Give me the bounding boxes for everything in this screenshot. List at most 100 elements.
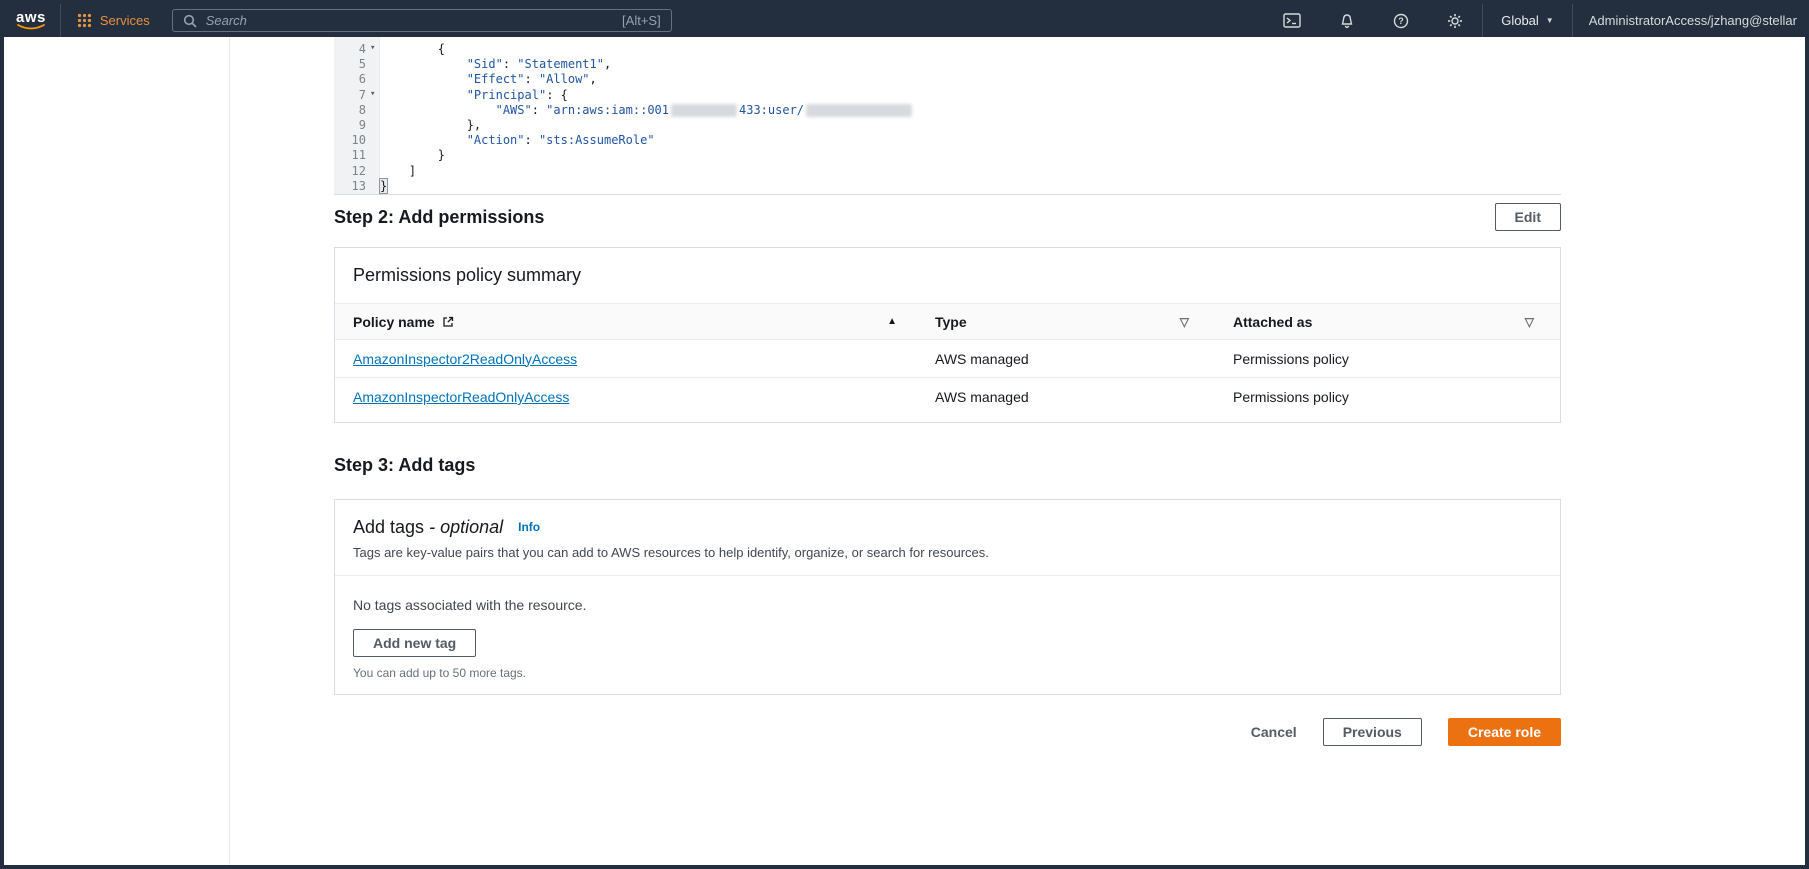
gear-icon — [1448, 13, 1463, 28]
code-line: 7 ▾ "Principal": { — [334, 88, 1561, 103]
create-role-button[interactable]: Create role — [1447, 718, 1561, 746]
line-number: 8 — [358, 102, 366, 117]
search-placeholder: Search — [205, 13, 247, 28]
trust-policy-editor[interactable]: 4 ▾ { 5 "Sid": "Statement1", 6 "Effect": … — [334, 37, 1561, 195]
cloudshell-button[interactable] — [1264, 4, 1320, 37]
column-label: Policy name — [353, 313, 435, 330]
code-line: 8 "AWS": "arn:aws:iam::001 433:user/ — [334, 103, 1561, 118]
policy-type: AWS managed — [935, 350, 1029, 367]
cloudshell-terminal-icon — [1283, 13, 1301, 28]
step3-title: Step 3: Add tags — [334, 455, 476, 475]
tags-title-text: Add tags — [353, 517, 425, 537]
region-selector[interactable]: Global ▼ — [1483, 4, 1572, 37]
previous-button[interactable]: Previous — [1322, 718, 1422, 746]
policy-attached-as: Permissions policy — [1233, 350, 1349, 367]
policy-type: AWS managed — [935, 389, 1029, 405]
policy-attached-as: Permissions policy — [1233, 389, 1349, 405]
help-icon: ? — [1394, 13, 1409, 28]
services-menu[interactable]: Services — [61, 4, 166, 37]
json-key: "Action" — [466, 133, 525, 148]
search-input[interactable]: Search [Alt+S] — [171, 9, 672, 32]
code-line: 13 } — [334, 177, 1561, 194]
aws-logo[interactable]: aws — [16, 8, 46, 31]
code-line: 12 ] — [334, 164, 1561, 179]
nav-right-group: ? Global ▼ AdministratorAccess/jzhang@st… — [1264, 4, 1805, 37]
column-type[interactable]: Type ▽ — [917, 314, 1215, 330]
code-line: 5 "Sid": "Statement1", — [334, 57, 1561, 72]
code-line: 9 }, — [334, 118, 1561, 133]
policy-table-header: Policy name ▲ Type ▽ Attached as ▽ — [335, 303, 1560, 340]
code-text: }, — [380, 117, 482, 132]
external-link-icon — [443, 316, 453, 327]
code-text: : — [546, 87, 561, 102]
code-text: { — [380, 42, 446, 56]
left-panel-divider — [229, 37, 230, 865]
aws-console-window: aws Services Search [Alt+S] ? Global ▼ A… — [0, 0, 1809, 869]
code-text: , — [589, 72, 597, 87]
tags-title-dash: - — [424, 517, 441, 537]
account-menu[interactable]: AdministratorAccess/jzhang@stellar — [1573, 13, 1805, 28]
code-text: : — [524, 133, 539, 148]
column-label: Type — [935, 313, 967, 330]
info-link[interactable]: Info — [518, 520, 540, 534]
column-policy-name[interactable]: Policy name ▲ — [335, 314, 917, 330]
code-line: 4 ▾ { — [334, 42, 1561, 57]
line-number: 5 — [358, 57, 366, 72]
code-line: 6 "Effect": "Allow", — [334, 72, 1561, 87]
column-attached-as[interactable]: Attached as ▽ — [1215, 314, 1560, 330]
line-number: 11 — [351, 148, 366, 163]
notifications-button[interactable] — [1320, 4, 1374, 37]
code-text: , — [603, 57, 612, 72]
sort-ascending-icon[interactable]: ▲ — [887, 316, 897, 327]
wizard-footer: Cancel Previous Create role — [334, 718, 1561, 746]
tags-limit-text: You can add up to 50 more tags. — [353, 666, 527, 680]
column-label: Attached as — [1233, 313, 1313, 330]
aws-logo-text: aws — [16, 8, 46, 26]
no-tags-message: No tags associated with the resource. — [353, 597, 587, 613]
redacted-user-name — [806, 103, 913, 117]
policy-link[interactable]: AmazonInspectorReadOnlyAccess — [353, 389, 569, 405]
code-text: : — [502, 57, 518, 72]
edit-permissions-button[interactable]: Edit — [1494, 203, 1561, 231]
matched-bracket: } — [378, 177, 389, 194]
permissions-card-title: Permissions policy summary — [353, 265, 582, 285]
add-new-tag-button[interactable]: Add new tag — [353, 629, 477, 657]
code-lines: 4 ▾ { 5 "Sid": "Statement1", 6 "Effect": … — [334, 37, 1561, 194]
json-string: "sts:AssumeRole" — [538, 133, 655, 148]
table-row: AmazonInspectorReadOnlyAccess AWS manage… — [335, 378, 1560, 416]
code-line: 11 } — [334, 148, 1561, 163]
svg-text:?: ? — [1398, 16, 1404, 26]
help-button[interactable]: ? — [1374, 4, 1428, 37]
step3-header-row: Step 3: Add tags — [334, 455, 1561, 476]
json-string: "arn:aws:iam::001 — [546, 102, 669, 117]
top-navigation: aws Services Search [Alt+S] ? Global ▼ A… — [4, 4, 1805, 37]
code-text: : — [531, 102, 547, 117]
cancel-button[interactable]: Cancel — [1251, 724, 1297, 740]
code-line: 10 "Action": "sts:AssumeRole" — [334, 133, 1561, 148]
fold-arrow-icon[interactable]: ▾ — [370, 41, 380, 56]
tags-card-title: Add tags - optional Info — [335, 500, 1560, 538]
step2-title: Step 2: Add permissions — [334, 206, 545, 227]
policy-link[interactable]: AmazonInspector2ReadOnlyAccess — [353, 351, 577, 367]
line-number: 10 — [351, 133, 366, 148]
json-key: "AWS" — [495, 102, 532, 117]
code-text: : — [524, 72, 539, 87]
tags-description: Tags are key-value pairs that you can ad… — [353, 545, 989, 560]
filter-dropdown-icon[interactable]: ▽ — [1180, 315, 1189, 329]
search-shortcut-hint: [Alt+S] — [622, 13, 661, 28]
tags-title-optional: optional — [440, 517, 504, 537]
chevron-down-icon: ▼ — [1545, 16, 1554, 25]
json-key: "Effect" — [466, 72, 525, 87]
line-number: 13 — [351, 178, 366, 193]
json-string: 433:user/ — [739, 102, 805, 117]
line-number: 12 — [351, 163, 366, 178]
line-number: 6 — [358, 72, 366, 87]
fold-arrow-icon[interactable]: ▾ — [370, 87, 380, 102]
settings-button[interactable] — [1428, 4, 1482, 37]
filter-dropdown-icon[interactable]: ▽ — [1525, 315, 1534, 329]
code-text: { — [560, 87, 568, 102]
